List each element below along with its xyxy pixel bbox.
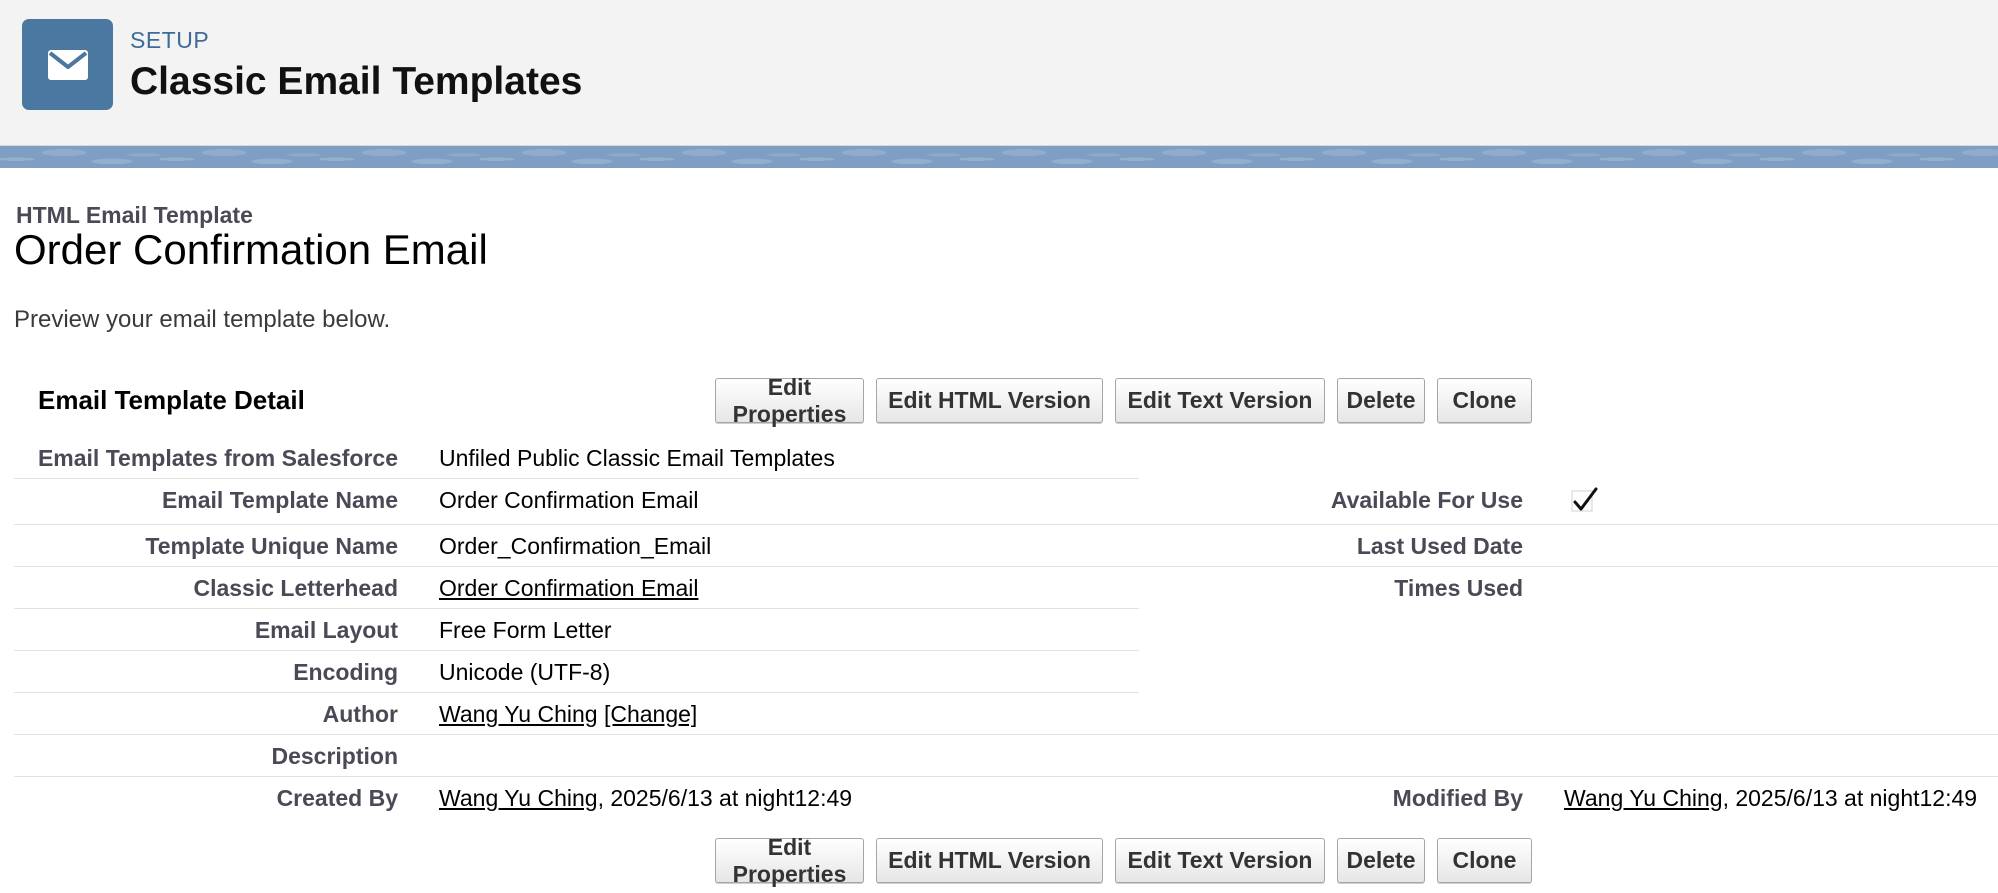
page-title: Classic Email Templates: [130, 60, 583, 103]
edit-properties-button[interactable]: Edit Properties: [715, 834, 864, 887]
description-label: Description: [271, 743, 398, 769]
row-divider: [14, 776, 1998, 777]
decorative-banner: [0, 146, 1998, 168]
edit-html-version-button[interactable]: Edit HTML Version: [876, 838, 1103, 883]
clone-button[interactable]: Clone: [1437, 838, 1532, 883]
unique-name-label: Template Unique Name: [145, 533, 398, 559]
author-link[interactable]: Wang Yu Ching: [439, 701, 598, 727]
template-type-label: HTML Email Template: [16, 202, 253, 228]
template-name-value: Order Confirmation Email: [439, 487, 699, 513]
created-by-label: Created By: [276, 785, 398, 811]
edit-text-version-button[interactable]: Edit Text Version: [1115, 838, 1325, 883]
created-by-user-link[interactable]: Wang Yu Ching: [439, 785, 598, 811]
edit-text-version-button[interactable]: Edit Text Version: [1115, 378, 1325, 423]
times-used-label: Times Used: [1394, 575, 1523, 601]
bottom-button-row: Edit Properties Edit HTML Version Edit T…: [715, 834, 1532, 887]
row-divider: [14, 692, 1139, 693]
created-by-date: , 2025/6/13 at night12:49: [597, 785, 853, 811]
unique-name-value: Order_Confirmation_Email: [439, 533, 712, 559]
row-divider: [14, 478, 1139, 479]
author-label: Author: [322, 701, 398, 727]
header-eyebrow: SETUP: [130, 27, 210, 53]
encoding-label: Encoding: [293, 659, 398, 685]
modified-by-user-link[interactable]: Wang Yu Ching: [1564, 785, 1723, 811]
checkmark-icon: [1570, 485, 1600, 515]
author-value: Wang Yu Ching [Change]: [439, 701, 697, 728]
delete-button[interactable]: Delete: [1337, 378, 1425, 423]
section-title: Email Template Detail: [38, 385, 305, 415]
last-used-label: Last Used Date: [1356, 533, 1523, 559]
row-divider: [14, 608, 1139, 609]
letterhead-label: Classic Letterhead: [193, 575, 398, 601]
email-layout-value: Free Form Letter: [439, 617, 612, 643]
row-divider: [14, 734, 1998, 735]
encoding-value: Unicode (UTF-8): [439, 659, 611, 685]
clone-button[interactable]: Clone: [1437, 378, 1532, 423]
edit-html-version-button[interactable]: Edit HTML Version: [876, 378, 1103, 423]
edit-properties-button[interactable]: Edit Properties: [715, 374, 864, 427]
template-name-label: Email Template Name: [161, 487, 398, 513]
modified-by-value: Wang Yu Ching, 2025/6/13 at night12:49: [1564, 785, 1977, 812]
folder-label: Email Templates from Salesforce: [37, 445, 398, 471]
top-button-row: Edit Properties Edit HTML Version Edit T…: [715, 374, 1532, 427]
row-divider: [14, 524, 1998, 525]
folder-value: Unfiled Public Classic Email Templates: [439, 445, 835, 471]
created-by-value: Wang Yu Ching, 2025/6/13 at night12:49: [439, 785, 852, 812]
template-name-heading: Order Confirmation Email: [14, 226, 488, 273]
delete-button[interactable]: Delete: [1337, 838, 1425, 883]
modified-by-label: Modified By: [1392, 785, 1523, 811]
letterhead-value: Order Confirmation Email: [439, 575, 698, 602]
letterhead-link[interactable]: Order Confirmation Email: [439, 575, 698, 601]
page-header: SETUP Classic Email Templates: [0, 0, 1998, 146]
modified-by-date: , 2025/6/13 at night12:49: [1722, 785, 1978, 811]
change-author-link[interactable]: [Change]: [604, 701, 697, 727]
available-label: Available For Use: [1330, 487, 1523, 513]
email-envelope-icon: [22, 19, 113, 110]
row-divider: [14, 566, 1998, 567]
row-divider: [14, 650, 1139, 651]
template-preview-text: Preview your email template below.: [14, 306, 391, 333]
email-layout-label: Email Layout: [254, 617, 398, 643]
